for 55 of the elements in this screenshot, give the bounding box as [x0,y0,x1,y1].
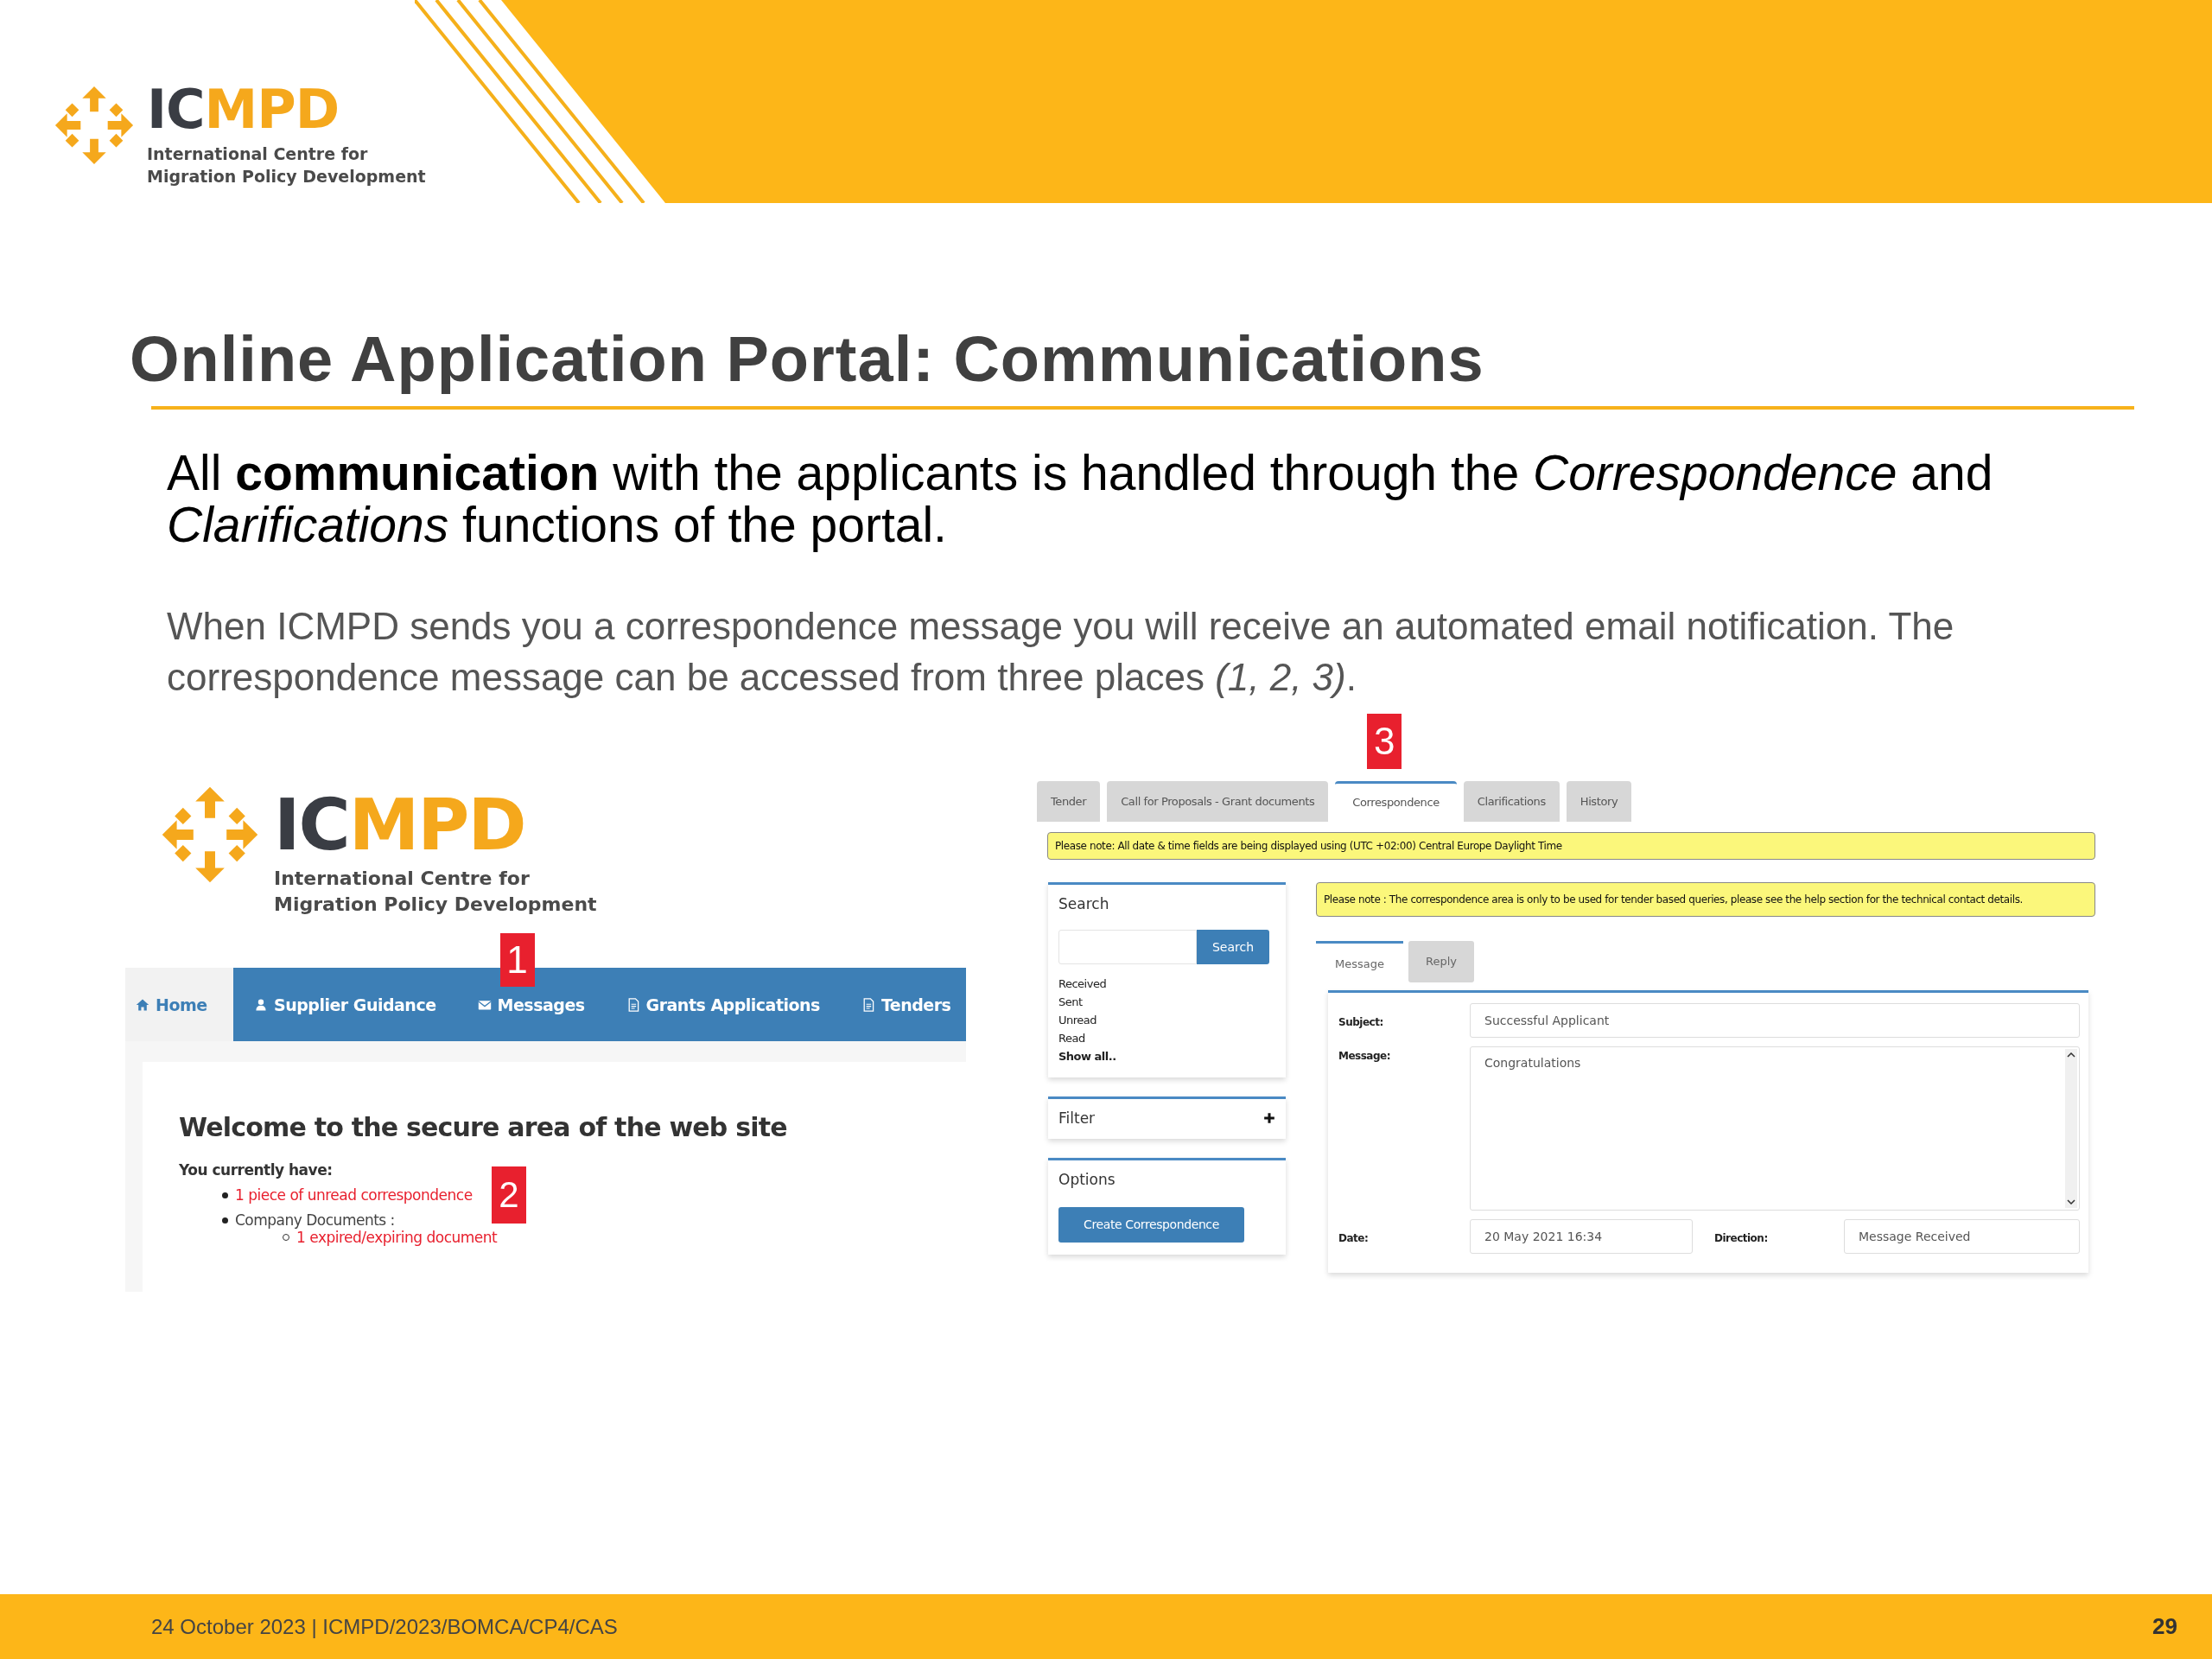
footer-text: 24 October 2023 | ICMPD/2023/BOMCA/CP4/CAS [151,1614,618,1639]
bullet-icon [222,1192,228,1198]
filter-link[interactable]: Read [1058,1028,1275,1047]
logo-tagline: International Centre for Migration Policy Development [274,866,597,918]
welcome-heading: Welcome to the secure area of the web site [179,1112,788,1143]
direction-field[interactable]: Message Received [1844,1218,2080,1254]
tab[interactable]: Clarifications [1463,780,1560,822]
filter-link[interactable]: Show all.. [1058,1046,1275,1065]
body-paragraph: When ICMPD sends you a correspondence message you will receive an automated email notification. The correspondence message can be accessed from three places (1, 2, 3). [167,603,1955,701]
field-label: Date: [1338,1230,1370,1244]
filter-link[interactable]: Sent [1058,992,1275,1011]
tab[interactable]: Tender [1037,780,1101,822]
scroll-down-icon[interactable] [2067,1198,2075,1205]
bullet-icon [222,1217,228,1224]
home-icon [136,997,149,1012]
correspondence-link[interactable]: 1 piece of unread correspondence [235,1186,473,1205]
field-label: Subject: [1338,1014,1384,1028]
panel-title: Filter [1058,1109,1096,1127]
user-icon [254,997,268,1012]
callout-number: 1 [499,933,535,988]
nav-item[interactable]: Supplier Guidance [233,968,457,1042]
timezone-notice: Please note: All date & time fields are being displayed using (UTC +02:00) Central Europe Daylight Time [1047,831,2095,860]
field-label: Direction: [1714,1230,1769,1244]
filter-link[interactable]: Received [1058,974,1275,993]
panel-title: Options [1058,1170,1116,1188]
date-field[interactable]: 20 May 2021 16:34 [1470,1218,1693,1254]
page-number: 29 [2152,1613,2177,1640]
field-label: Message: [1338,1048,1391,1062]
subject-field[interactable]: Successful Applicant [1470,1002,2080,1038]
usage-note: Please note : The correspondence area is only to be used for tender based queries, please see the help section for the technical contact details. [1316,881,2095,917]
callout-number: 3 [1367,713,1402,769]
tab[interactable]: Call for Proposals - Grant documents [1107,780,1329,822]
document-link[interactable]: 1 expired/expiring document [296,1229,498,1247]
tab[interactable]: Reply [1408,940,1474,982]
search-field[interactable] [1058,929,1197,964]
panel-title: Search [1058,894,1110,912]
tab[interactable]: History [1566,780,1632,822]
create-correspondence-button[interactable]: Create Correspondence [1058,1206,1244,1243]
logo-tagline: International Centre for Migration Policy Development [147,143,426,188]
slide-title: Online Application Portal: Communications [130,324,1485,395]
nav-item[interactable]: Tenders [840,968,972,1042]
callout-number: 2 [491,1166,526,1224]
scrollbar[interactable] [2065,1048,2077,1208]
list-text: Company Documents : [235,1211,395,1230]
message-field[interactable]: Congratulations [1470,1046,2080,1211]
nav-item[interactable]: Grants Applications [605,968,841,1042]
nav-item[interactable]: Home [125,968,233,1042]
scroll-up-icon[interactable] [2067,1052,2075,1058]
logo-wordmark: ICMPD [274,789,526,861]
intro-paragraph: All communication with the applicants is handled through the Correspondence and Clarifications functions of the portal. [167,448,1994,550]
search-button[interactable]: Search [1197,929,1269,964]
filter-link[interactable]: Unread [1058,1010,1275,1029]
summary-label: You currently have: [179,1161,334,1179]
plus-icon[interactable] [1263,1111,1275,1124]
logo-wordmark: ICMPD [147,83,340,137]
